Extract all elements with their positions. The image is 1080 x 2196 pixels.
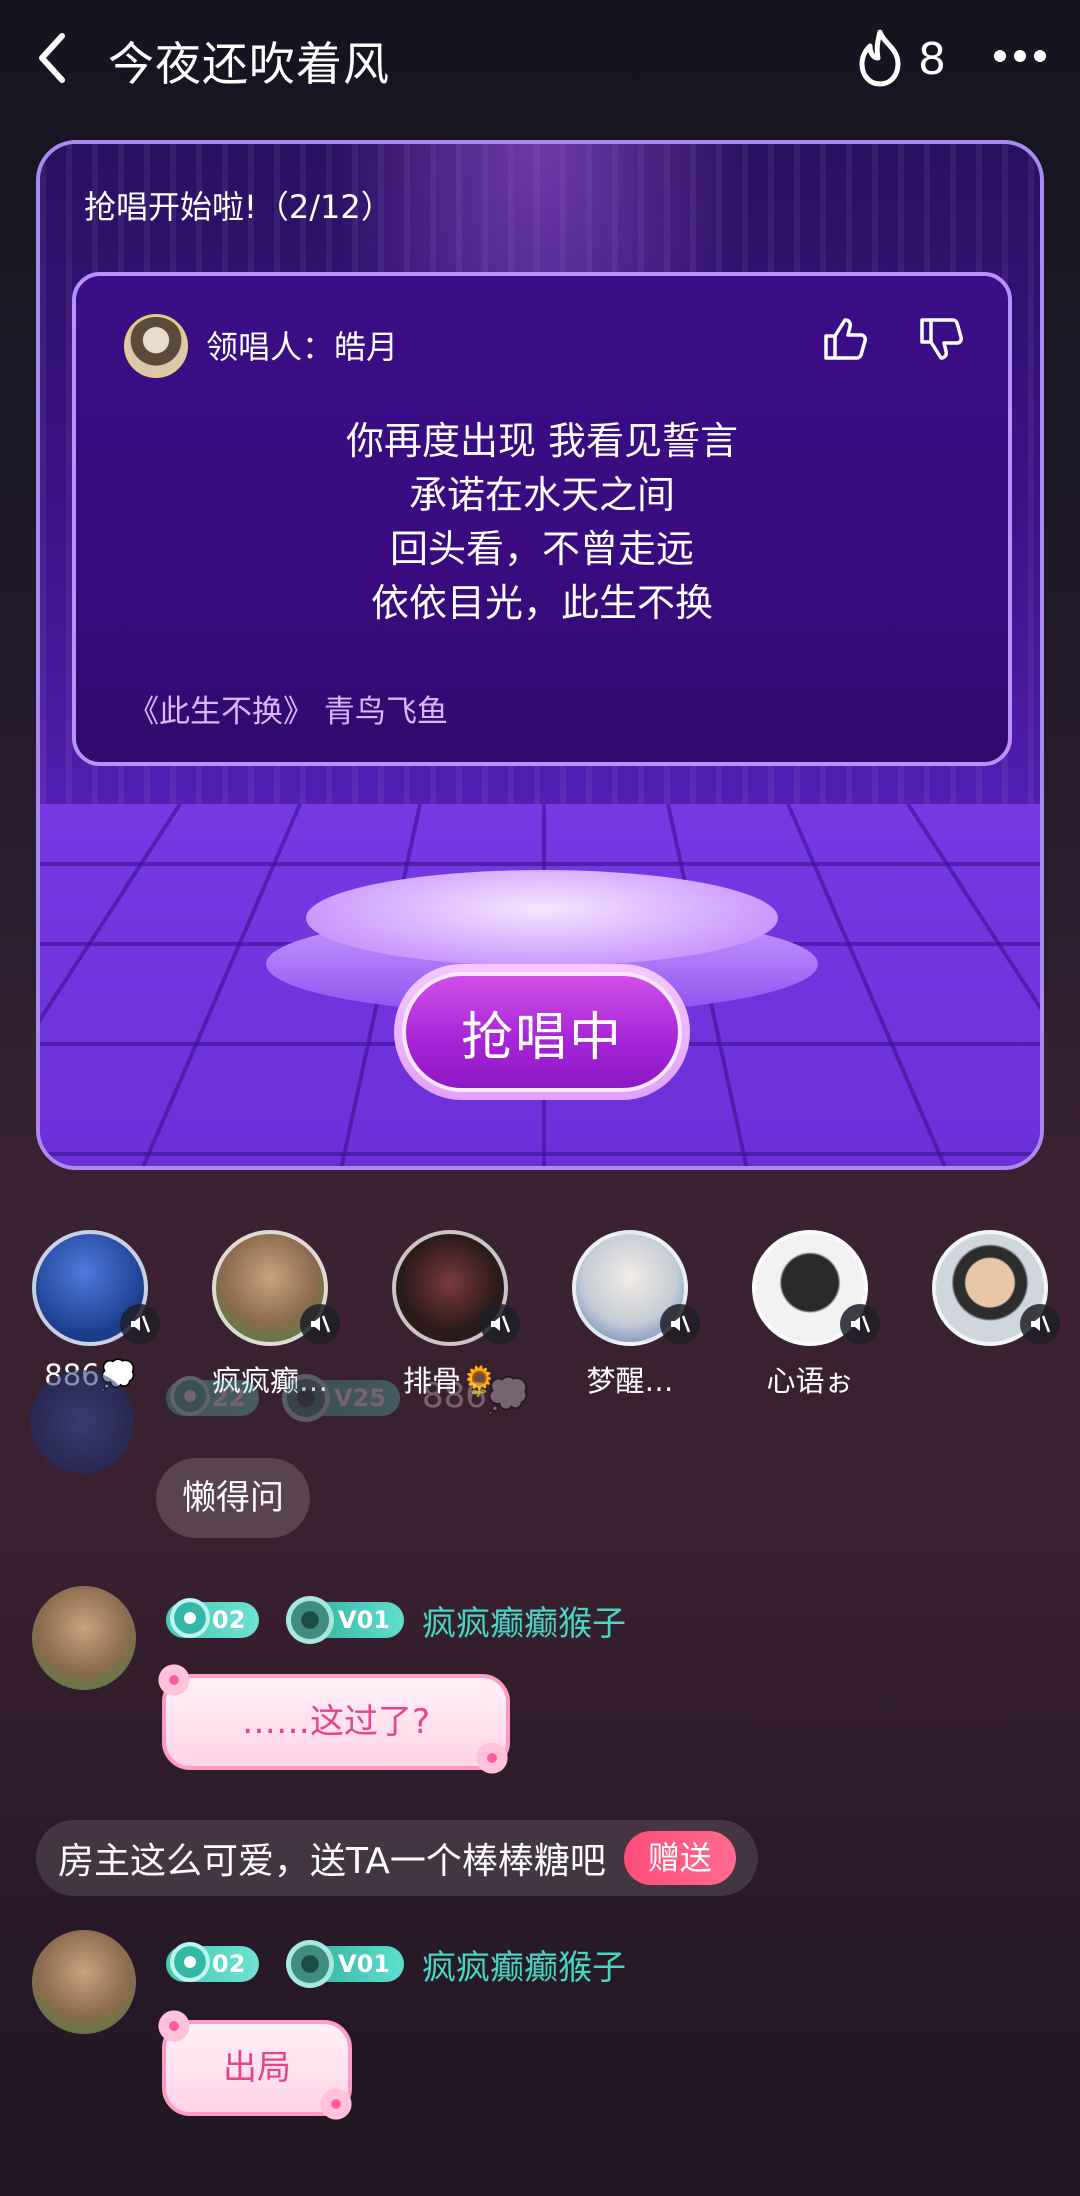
level-badge: 02 [166, 1942, 260, 1982]
mic-seat[interactable]: 心语ぉ [740, 1220, 880, 1400]
hot-count: 8 [918, 34, 946, 85]
more-icon[interactable] [990, 40, 1050, 80]
flower-decoration [474, 1740, 510, 1776]
mic-seat[interactable]: 疯疯癫… [200, 1220, 340, 1400]
leader-avatar[interactable] [124, 314, 188, 378]
lyric-line: 你再度出现 我看见誓言 [345, 419, 739, 463]
flower-decoration [156, 2008, 192, 2044]
mic-seat[interactable] [920, 1220, 1060, 1400]
level-badge: 22 [166, 1376, 260, 1416]
message-username: 886💭 [422, 1376, 530, 1416]
hot-indicator[interactable]: 8 [850, 28, 950, 88]
grab-sing-button[interactable]: 抢唱中 [394, 964, 690, 1100]
lyric-line: 依依目光，此生不换 [370, 581, 713, 625]
mic-muted-icon [840, 1304, 880, 1344]
vip-badge: V01 [286, 1596, 404, 1644]
vip-badge: V25 [282, 1374, 400, 1422]
sing-game-card: 抢唱开始啦!（2/12） 领唱人：皓月 你再度出现 我看见誓言 承诺在水天之间 … [36, 140, 1044, 1170]
lyric-line: 承诺在水天之间 [408, 473, 675, 517]
message-bubble: ……这过了? [162, 1674, 510, 1770]
flower-decoration [156, 1662, 192, 1698]
message-bubble: 懒得问 [156, 1458, 310, 1538]
mic-seat-row: 886💭 疯疯癫… 排骨🌻 梦醒… 心语ぉ [0, 1220, 1080, 1400]
message-avatar[interactable] [32, 1930, 136, 2034]
message-username: 疯疯癫癫猴子 [422, 1604, 626, 1644]
gift-tip-text: 房主这么可爱，送TA一个棒棒糖吧 [58, 1841, 606, 1882]
lyric-line: 回头看，不曾走远 [389, 527, 694, 571]
mic-muted-icon [660, 1304, 700, 1344]
mic-muted-icon [120, 1304, 160, 1344]
mic-seat[interactable]: 排骨🌻 [380, 1220, 520, 1400]
flame-icon [859, 29, 901, 87]
chat-list: 22 V25 886💭 懒得问 02 V01 疯疯癫癫猴子 ……这过了? 房主这… [0, 1370, 1080, 2196]
back-icon[interactable] [30, 28, 80, 88]
thumbs-up-icon[interactable] [820, 314, 870, 364]
message-username: 疯疯癫癫猴子 [422, 1948, 626, 1988]
game-round-header: 抢唱开始啦!（2/12） [84, 188, 393, 226]
mic-muted-icon [300, 1304, 340, 1344]
gift-suggestion-tip: 房主这么可爱，送TA一个棒棒糖吧 赠送 [36, 1820, 758, 1896]
mic-muted-icon [1020, 1304, 1060, 1344]
mic-muted-icon [480, 1304, 520, 1344]
grab-sing-label: 抢唱中 [402, 972, 682, 1092]
flower-decoration [318, 2086, 354, 2122]
lyric-panel: 领唱人：皓月 你再度出现 我看见誓言 承诺在水天之间 回头看，不曾走远 依依目光… [72, 272, 1012, 766]
mic-seat[interactable]: 梦醒… [560, 1220, 700, 1400]
thumbs-down-icon[interactable] [916, 314, 966, 364]
level-badge: 02 [166, 1598, 260, 1638]
room-title: 今夜还吹着风 [108, 37, 390, 91]
gift-send-button[interactable]: 赠送 [623, 1831, 736, 1885]
top-bar: 今夜还吹着风 8 [0, 0, 1080, 120]
lyrics-block: 你再度出现 我看见誓言 承诺在水天之间 回头看，不曾走远 依依目光，此生不换 [76, 414, 1008, 630]
leader-label: 领唱人：皓月 [206, 328, 399, 366]
song-info: 《此生不换》 青鸟飞鱼 [128, 694, 448, 730]
vip-badge: V01 [286, 1940, 404, 1988]
message-avatar[interactable] [32, 1586, 136, 1690]
message-avatar[interactable] [30, 1370, 134, 1474]
